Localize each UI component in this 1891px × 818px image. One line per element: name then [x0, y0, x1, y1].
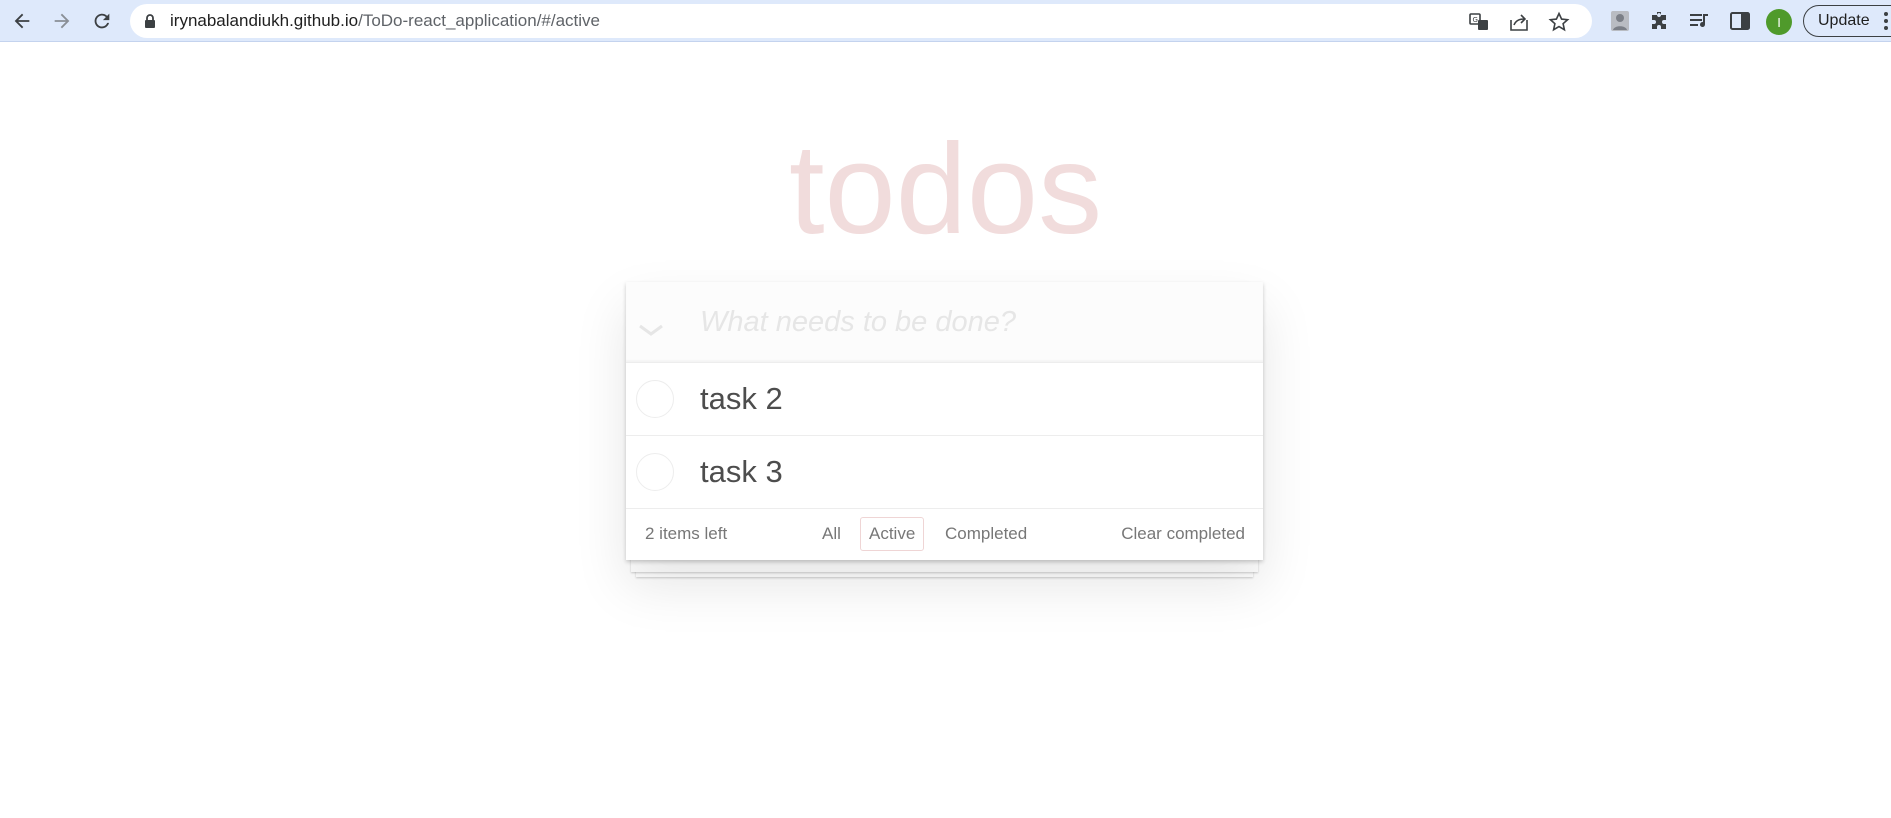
- profile-avatar[interactable]: I: [1766, 9, 1792, 35]
- arrow-left-icon: [14, 13, 30, 29]
- arrow-right-icon: [54, 13, 70, 29]
- reload-icon: [94, 13, 110, 29]
- app-title: todos: [788, 118, 1103, 261]
- todo-item: task 2: [626, 363, 1263, 436]
- filter-active[interactable]: Active: [860, 517, 925, 551]
- browser-toolbar: irynabalandiukh.github.io/ToDo-react_app…: [0, 0, 1891, 42]
- extension-profile-icon[interactable]: [1608, 9, 1632, 33]
- more-menu-icon[interactable]: [1881, 10, 1891, 32]
- todo-label[interactable]: task 3: [700, 436, 783, 508]
- side-panel-icon[interactable]: [1728, 9, 1752, 33]
- svg-text:G: G: [1473, 16, 1478, 24]
- new-todo-row: [626, 282, 1263, 363]
- share-icon[interactable]: [1508, 11, 1530, 33]
- todo-label[interactable]: task 2: [700, 363, 783, 435]
- url-path: /ToDo-react_application/#/active: [358, 11, 601, 30]
- todo-list: task 2 task 3: [626, 363, 1263, 509]
- new-todo-input[interactable]: [700, 282, 1240, 362]
- forward-button[interactable]: [47, 7, 77, 35]
- url-text: irynabalandiukh.github.io/ToDo-react_app…: [170, 11, 600, 31]
- update-label: Update: [1818, 12, 1870, 29]
- media-playlist-icon[interactable]: [1688, 9, 1712, 33]
- todo-app: task 2 task 3 2 items left All Active Co…: [626, 282, 1263, 560]
- url-host: irynabalandiukh.github.io: [170, 11, 359, 30]
- extensions-puzzle-icon[interactable]: [1648, 9, 1672, 33]
- toggle-all-chevron-icon[interactable]: [636, 318, 666, 342]
- reload-button[interactable]: [87, 7, 117, 35]
- lock-icon: [145, 14, 155, 28]
- translate-icon[interactable]: G: [1468, 11, 1490, 33]
- todo-toggle-checkbox[interactable]: [636, 380, 674, 418]
- todo-footer: 2 items left All Active Completed Clear …: [626, 509, 1263, 560]
- todo-item: task 3: [626, 436, 1263, 509]
- items-left-count: 2 items left: [645, 524, 728, 543]
- filter-completed[interactable]: Completed: [936, 517, 1036, 551]
- avatar-letter: I: [1777, 14, 1781, 30]
- clear-completed-button[interactable]: Clear completed: [1121, 524, 1245, 544]
- back-button[interactable]: [7, 7, 37, 35]
- bookmark-star-icon[interactable]: [1548, 11, 1570, 33]
- filter-all[interactable]: All: [813, 517, 850, 551]
- update-button[interactable]: Update: [1803, 5, 1891, 37]
- address-bar[interactable]: irynabalandiukh.github.io/ToDo-react_app…: [130, 4, 1592, 38]
- todo-toggle-checkbox[interactable]: [636, 453, 674, 491]
